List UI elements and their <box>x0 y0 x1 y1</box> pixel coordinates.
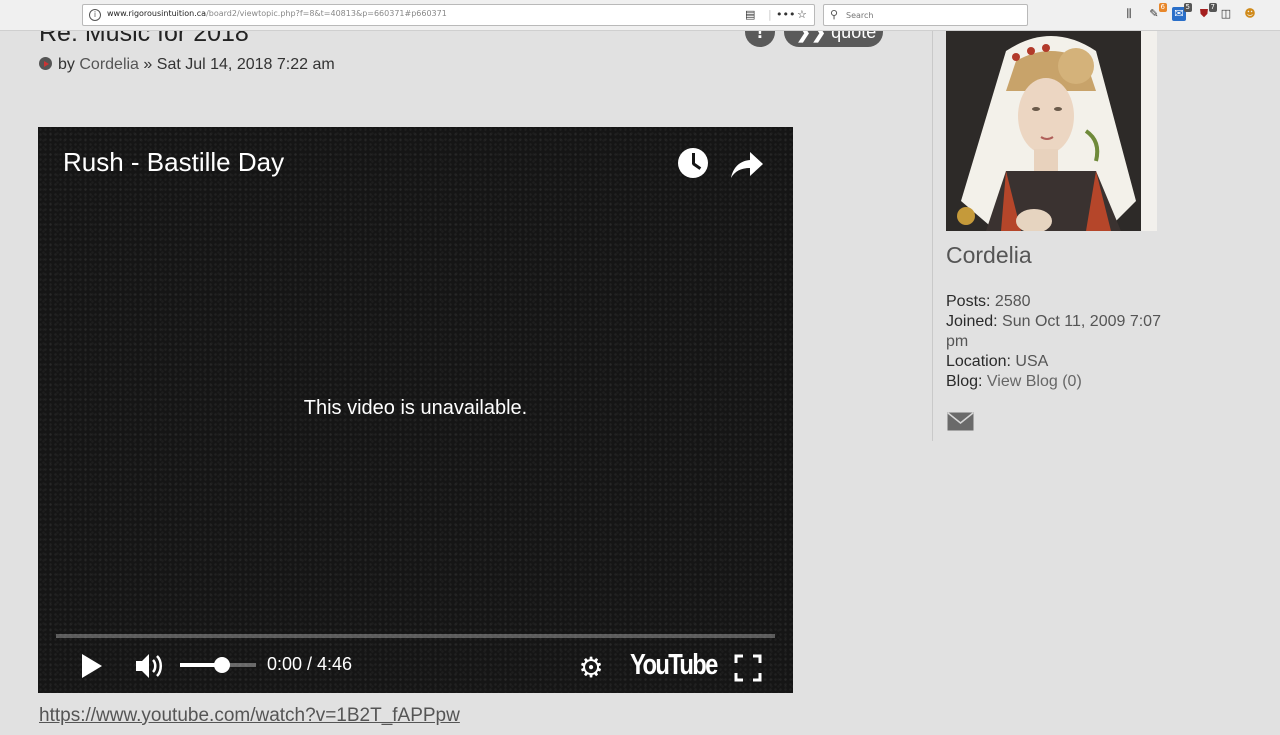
quote-button[interactable]: ❯❯ quote <box>784 31 883 47</box>
quote-icon: ❯❯ <box>796 31 832 42</box>
author-name[interactable]: Cordelia <box>946 242 1032 269</box>
site-info-icon[interactable]: i <box>89 9 101 21</box>
unavailable-message: This video is unavailable. <box>303 397 528 419</box>
avatar-portrait <box>946 31 1157 231</box>
post-icon[interactable] <box>39 57 52 70</box>
browser-toolbar: i www.rigorousintuition.ca/board2/viewto… <box>0 0 1280 31</box>
joined-row: Joined: Sun Oct 11, 2009 7:07 pm <box>946 312 1176 352</box>
extension-1-badge: 6 <box>1158 3 1167 12</box>
joined-label: Joined: <box>946 313 998 330</box>
search-bar[interactable]: ⚲ <box>823 4 1028 26</box>
volume-icon[interactable] <box>134 651 166 681</box>
search-icon: ⚲ <box>830 8 839 21</box>
mail-icon[interactable] <box>947 412 974 431</box>
play-icon[interactable] <box>80 653 104 679</box>
time-display: 0:00 / 4:46 <box>267 654 353 674</box>
location-value: USA <box>1015 353 1049 370</box>
byline-separator: » <box>143 56 153 73</box>
page-actions-icon[interactable]: ••• <box>776 8 795 21</box>
location-label: Location: <box>946 353 1011 370</box>
posts-row: Posts: 2580 <box>946 292 1176 312</box>
settings-icon[interactable]: ⚙ <box>576 653 606 683</box>
view-blog-link[interactable]: View Blog (0) <box>987 373 1082 390</box>
bookmark-star-icon[interactable]: ☆ <box>797 8 807 21</box>
progress-bar[interactable] <box>56 634 775 638</box>
report-button[interactable]: ! <box>745 31 775 47</box>
extension-1-icon[interactable]: ✎ 6 <box>1147 3 1167 21</box>
sidebar-divider <box>932 31 933 441</box>
post-title[interactable]: Re: Music for 2018 <box>39 31 249 49</box>
address-bar[interactable]: i www.rigorousintuition.ca/board2/viewto… <box>82 4 815 26</box>
extension-2-badge: 5 <box>1183 3 1192 12</box>
library-icon[interactable]: ⫼ <box>1122 7 1136 21</box>
youtube-player[interactable]: Rush - Bastille Day This video is unavai… <box>38 127 793 693</box>
volume-slider[interactable] <box>180 657 256 673</box>
ublock-icon[interactable]: ⛊ 7 <box>1197 3 1217 21</box>
posts-value: 2580 <box>994 293 1031 310</box>
quote-label: quote <box>831 31 877 42</box>
watch-later-icon[interactable] <box>678 148 708 178</box>
fullscreen-icon[interactable] <box>733 653 763 683</box>
greasemonkey-icon[interactable]: ☻ <box>1243 7 1257 21</box>
youtube-logo[interactable]: YouTube <box>630 649 718 682</box>
sidebar-toggle-icon[interactable]: ◫ <box>1219 7 1233 21</box>
video-title[interactable]: Rush - Bastille Day <box>63 147 284 178</box>
search-input[interactable] <box>846 8 1016 22</box>
extension-2-icon[interactable]: ✉ 5 <box>1172 3 1192 21</box>
author-link[interactable]: Cordelia <box>79 56 139 73</box>
post-byline: by Cordelia » Sat Jul 14, 2018 7:22 am <box>39 56 335 74</box>
avatar[interactable] <box>946 31 1157 231</box>
posts-label: Posts: <box>946 293 991 310</box>
reader-view-icon[interactable]: ▤ <box>745 8 755 21</box>
url-divider: | <box>768 8 772 21</box>
url-text[interactable]: www.rigorousintuition.ca/board2/viewtopi… <box>107 9 447 18</box>
profile-details: Posts: 2580 Joined: Sun Oct 11, 2009 7:0… <box>946 292 1176 392</box>
by-label: by <box>58 56 75 73</box>
share-icon[interactable] <box>730 149 764 179</box>
blog-label: Blog: <box>946 373 983 390</box>
post-date: Sat Jul 14, 2018 7:22 am <box>156 56 335 73</box>
volume-knob[interactable] <box>213 657 230 673</box>
location-row: Location: USA <box>946 352 1176 372</box>
extension-3-badge: 7 <box>1208 3 1217 12</box>
blog-row: Blog: View Blog (0) <box>946 372 1176 392</box>
video-url-link[interactable]: https://www.youtube.com/watch?v=1B2T_fAP… <box>39 705 460 727</box>
